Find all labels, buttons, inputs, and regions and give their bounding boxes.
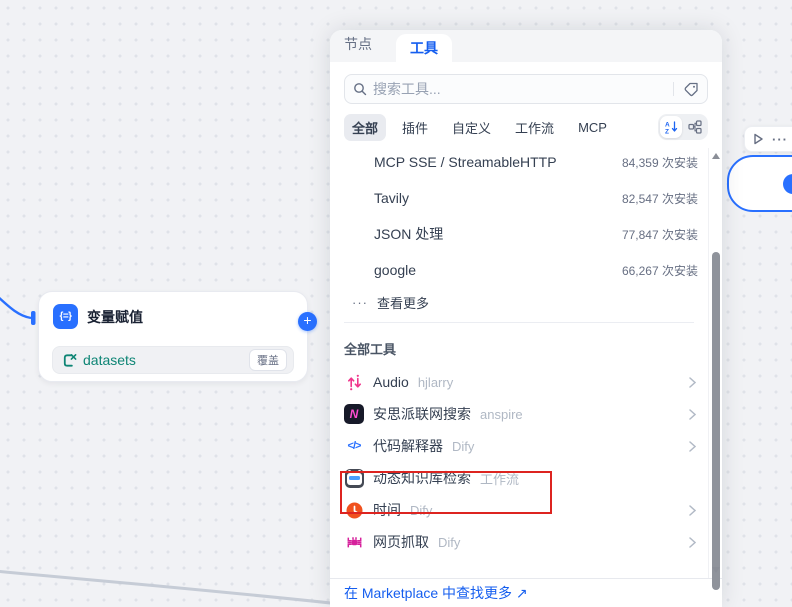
tab-nodes[interactable]: 节点 (344, 34, 384, 62)
tool-row-code-interpreter[interactable]: </> 代码解释器 Dify (330, 430, 708, 462)
robot-icon (344, 468, 364, 488)
chevron-right-icon (689, 441, 696, 452)
tree-view-icon[interactable] (684, 116, 706, 138)
search-icon (353, 82, 367, 96)
panel-scrollbar[interactable] (708, 148, 722, 578)
tool-name: 网页抓取 (373, 532, 429, 552)
variable-row[interactable]: datasets 覆盖 (52, 346, 294, 374)
view-more-label: 查看更多 (377, 293, 429, 312)
variable-bracket-icon (61, 352, 78, 369)
tool-name: JSON 处理 (374, 224, 622, 244)
filter-plugins[interactable]: 插件 (394, 114, 436, 141)
clock-icon (344, 500, 364, 520)
view-more-button[interactable]: ··· 查看更多 (330, 288, 708, 316)
edge-blue-endcap (31, 311, 36, 325)
variable-name: datasets (83, 352, 244, 368)
tool-name: 动态知识库检索 (373, 468, 471, 488)
search-divider (673, 82, 674, 96)
view-toggle: A Z (658, 114, 708, 140)
section-divider (344, 322, 694, 323)
tab-tools[interactable]: 工具 (396, 34, 452, 62)
panel-tabbar: 节点 工具 (330, 30, 722, 62)
spider-icon (344, 532, 364, 552)
audio-icon (344, 372, 364, 392)
tool-row-time[interactable]: 时间 Dify (330, 494, 708, 526)
add-next-node-button[interactable]: + (298, 312, 317, 331)
filter-all[interactable]: 全部 (344, 114, 386, 141)
filter-workflow[interactable]: 工作流 (507, 114, 562, 141)
chevron-right-icon (689, 505, 696, 516)
svg-text:A: A (665, 122, 670, 129)
play-icon[interactable] (753, 133, 764, 145)
tool-name: Tavily (374, 190, 622, 206)
svg-text:Z: Z (665, 129, 669, 135)
scrollbar-down-arrow[interactable] (712, 567, 720, 573)
tool-row-audio[interactable]: Audio hjlarry (330, 366, 708, 398)
tool-row-anspire[interactable]: N 安思派联网搜索 anspire (330, 398, 708, 430)
tool-name: 代码解释器 (373, 436, 443, 456)
featured-tool-row[interactable]: Tavily 82,547 次安装 (330, 180, 708, 216)
featured-tool-row[interactable]: MCP SSE / StreamableHTTP 84,359 次安装 (330, 144, 708, 180)
edge-gray (0, 571, 340, 604)
tool-row-dynamic-knowledge-retrieval[interactable]: 动态知识库检索 工作流 (330, 462, 708, 494)
filter-row: 全部 插件 自定义 工作流 MCP A Z (344, 114, 708, 140)
tool-row-web-scraper[interactable]: 网页抓取 Dify (330, 526, 708, 558)
tool-name: Audio (373, 374, 409, 390)
chevron-right-icon (689, 537, 696, 548)
scrollbar-up-arrow[interactable] (712, 153, 720, 159)
node-mini-toolbar[interactable]: ··· (744, 126, 792, 152)
node-title: 变量赋值 (87, 307, 143, 327)
install-count: 82,547 次安装 (622, 190, 698, 207)
search-input[interactable]: 搜索工具... (344, 74, 708, 104)
install-count: 66,267 次安装 (622, 262, 698, 279)
panel-footer: 在 Marketplace 中查找更多 ↗ (330, 578, 722, 607)
tool-name: 时间 (373, 500, 401, 520)
featured-tool-row[interactable]: JSON 处理 77,847 次安装 (330, 216, 708, 252)
workflow-canvas[interactable]: { "canvas": { "node": { "icon_glyph": "{… (0, 0, 792, 607)
variable-assigner-node[interactable]: {=} 变量赋值 + datasets 覆盖 (38, 291, 308, 382)
filter-custom[interactable]: 自定义 (444, 114, 499, 141)
filter-mcp[interactable]: MCP (570, 116, 615, 139)
tool-author: Dify (452, 439, 474, 454)
tools-panel: 节点 工具 搜索工具... 全部 插件 自定义 工作流 MCP A Z (330, 30, 722, 607)
overwrite-badge: 覆盖 (249, 349, 287, 371)
tool-name: MCP SSE / StreamableHTTP (374, 154, 622, 170)
chevron-right-icon (689, 377, 696, 388)
ellipsis-icon: ··· (352, 295, 368, 310)
tool-author: anspire (480, 407, 523, 422)
search-placeholder: 搜索工具... (373, 79, 667, 99)
tool-type-tag: 工作流 (480, 469, 519, 488)
tool-name: 安思派联网搜索 (373, 404, 471, 424)
install-count: 77,847 次安装 (622, 226, 698, 243)
tool-name: google (374, 262, 622, 278)
tool-author: hjlarry (418, 375, 453, 390)
install-count: 84,359 次安装 (622, 154, 698, 171)
scrollbar-thumb[interactable] (712, 252, 720, 590)
more-actions-icon[interactable]: ··· (772, 132, 788, 147)
tag-filter-icon[interactable] (684, 82, 699, 97)
variable-assigner-icon: {=} (53, 304, 78, 329)
section-title: 全部工具 (330, 329, 708, 366)
anspire-icon: N (344, 404, 364, 424)
chevron-right-icon (689, 409, 696, 420)
tool-author: Dify (438, 535, 460, 550)
edge-blue (0, 295, 31, 318)
tools-list: MCP SSE / StreamableHTTP 84,359 次安装 Tavi… (330, 144, 708, 558)
featured-tool-row[interactable]: google 66,267 次安装 (330, 252, 708, 288)
tool-author: Dify (410, 503, 432, 518)
marketplace-link[interactable]: 在 Marketplace 中查找更多 ↗ (344, 583, 528, 603)
code-icon: </> (344, 436, 364, 456)
sort-az-icon[interactable]: A Z (660, 116, 682, 138)
